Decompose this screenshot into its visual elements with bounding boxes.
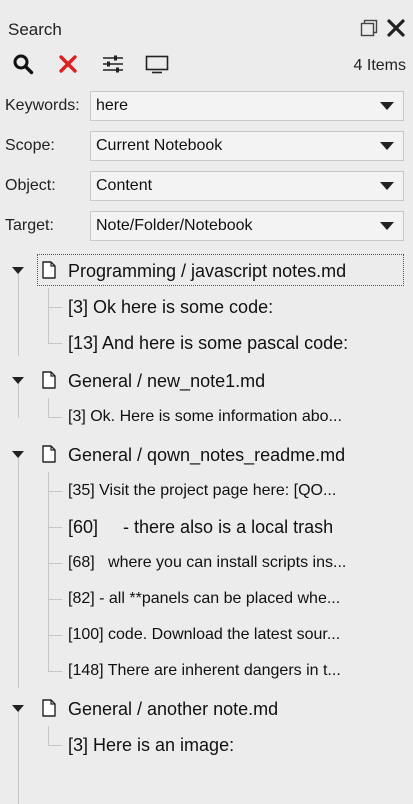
monitor-icon	[144, 53, 170, 80]
match-text: [100] code. Download the latest sour...	[68, 626, 341, 643]
result-file-label: General / qown_notes_readme.md	[68, 445, 346, 465]
result-group[interactable]: General / new_note1.md	[0, 362, 413, 398]
target-label: Target:	[5, 217, 54, 234]
result-match[interactable]: [148] There are inherent dangers in t...	[0, 652, 413, 688]
panel-title: Search	[8, 20, 62, 39]
chevron-down-icon[interactable]	[380, 182, 394, 190]
result-match[interactable]: [68] where you can install scripts ins..…	[0, 544, 413, 580]
keywords-value: here	[96, 97, 129, 114]
match-text: [35] Visit the project page here: [QO...	[68, 482, 337, 499]
expand-arrow-icon[interactable]	[12, 451, 24, 458]
keywords-label: Keywords:	[5, 97, 80, 114]
result-file-label: General / another note.md	[68, 699, 279, 719]
results-tree: Programming / javascript notes.md [3] Ok…	[0, 248, 413, 804]
result-match[interactable]: [3] Here is an image:	[0, 726, 413, 762]
search-icon	[12, 53, 34, 80]
expand-arrow-icon[interactable]	[12, 705, 24, 712]
panel-titlebar: Search	[0, 0, 413, 46]
chevron-down-icon[interactable]	[380, 222, 394, 230]
file-icon	[42, 371, 56, 389]
chevron-down-icon[interactable]	[380, 142, 394, 150]
result-file-label: General / new_note1.md	[68, 371, 266, 391]
search-button[interactable]	[8, 52, 38, 80]
match-text: [148] There are inherent dangers in t...	[68, 662, 341, 679]
close-icon[interactable]	[385, 17, 407, 39]
target-row: Target: Note/Folder/Notebook	[0, 210, 413, 242]
result-group[interactable]: General / qown_notes_readme.md	[0, 436, 413, 472]
result-group[interactable]: General / another note.md	[0, 690, 413, 726]
match-text: [68] where you can install scripts ins..…	[68, 554, 347, 571]
scope-value: Current Notebook	[96, 137, 223, 154]
object-combobox[interactable]: Content	[90, 171, 404, 201]
result-match[interactable]: [100] code. Download the latest sour...	[0, 616, 413, 652]
scope-label: Scope:	[5, 137, 55, 154]
items-count: 4 Items	[353, 57, 406, 74]
result-match[interactable]: [35] Visit the project page here: [QO...	[0, 472, 413, 508]
expand-arrow-icon[interactable]	[12, 377, 24, 384]
keywords-combobox[interactable]: here	[90, 91, 404, 121]
expand-arrow-icon[interactable]	[12, 267, 24, 274]
chevron-down-icon[interactable]	[380, 102, 394, 110]
match-text: [60] - there also is a local trash	[68, 517, 334, 537]
result-group[interactable]: Programming / javascript notes.md	[0, 252, 413, 288]
target-value: Note/Folder/Notebook	[96, 217, 253, 234]
file-icon	[42, 699, 56, 717]
match-text: [82] - all **panels can be placed whe...	[68, 590, 341, 607]
result-file-label: Programming / javascript notes.md	[68, 261, 347, 281]
clear-icon	[57, 53, 79, 80]
scope-row: Scope: Current Notebook	[0, 130, 413, 162]
search-options-button[interactable]	[98, 52, 128, 80]
match-text: [3] Ok. Here is some information abo...	[68, 408, 342, 425]
search-panel: Search 4 Items Keywords: here Scope: Cur…	[0, 0, 413, 804]
target-combobox[interactable]: Note/Folder/Notebook	[90, 211, 404, 241]
result-match[interactable]: [3] Ok here is some code:	[0, 288, 413, 324]
match-text: [3] Here is an image:	[68, 735, 235, 755]
sliders-icon	[101, 53, 125, 80]
display-button[interactable]	[142, 52, 172, 80]
result-match[interactable]: [13] And here is some pascal code:	[0, 324, 413, 360]
object-label: Object:	[5, 177, 56, 194]
clear-button[interactable]	[53, 52, 83, 80]
restore-icon[interactable]	[359, 18, 379, 38]
search-toolbar: 4 Items	[0, 48, 413, 84]
match-text: [13] And here is some pascal code:	[68, 333, 349, 353]
file-icon	[42, 261, 56, 279]
object-row: Object: Content	[0, 170, 413, 202]
keywords-row: Keywords: here	[0, 90, 413, 122]
result-match[interactable]: [3] Ok. Here is some information abo...	[0, 398, 413, 434]
object-value: Content	[96, 177, 153, 194]
match-text: [3] Ok here is some code:	[68, 297, 274, 317]
scope-combobox[interactable]: Current Notebook	[90, 131, 404, 161]
file-icon	[42, 445, 56, 463]
result-match[interactable]: [60] - there also is a local trash	[0, 508, 413, 544]
result-match[interactable]: [82] - all **panels can be placed whe...	[0, 580, 413, 616]
